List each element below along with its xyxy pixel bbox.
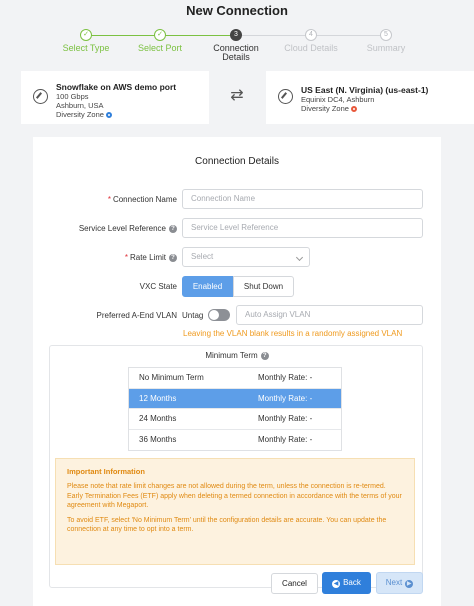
important-information: Important Information Please note that r… <box>55 458 415 565</box>
enabled-button[interactable]: Enabled <box>182 276 233 297</box>
location-pin-icon <box>33 89 48 104</box>
cancel-button[interactable]: Cancel <box>271 573 318 594</box>
step-label: Connection Details <box>213 43 259 62</box>
untag-label: Untag <box>182 311 204 320</box>
rate-limit-value: Select <box>191 252 214 261</box>
term-option-24[interactable]: 24 Months Monthly Rate: - <box>129 409 341 430</box>
rate-limit-select[interactable]: Select <box>182 247 310 267</box>
help-icon[interactable]: ? <box>169 225 177 233</box>
term-table: No Minimum Term Monthly Rate: - 12 Month… <box>128 367 342 451</box>
untag-toggle[interactable] <box>208 309 230 321</box>
vlan-input[interactable]: Auto Assign VLAN <box>236 305 423 325</box>
check-icon: ✓ <box>80 29 92 41</box>
service-level-input[interactable]: Service Level Reference <box>182 218 423 238</box>
b-end-zone: Diversity Zone <box>301 104 349 113</box>
b-end-location: Equinix DC4, Ashburn <box>301 95 375 104</box>
help-icon[interactable]: ? <box>169 254 177 262</box>
info-paragraph: To avoid ETF, select 'No Minimum Term' u… <box>67 517 387 534</box>
service-level-label: Service Level Reference? <box>17 224 177 233</box>
info-heading: Important Information <box>67 467 145 476</box>
location-pin-icon <box>278 89 293 104</box>
step-number: 5 <box>380 29 392 41</box>
vxc-state-toggle: Enabled Shut Down <box>182 276 294 297</box>
step-number: 3 <box>230 29 242 41</box>
term-option-12[interactable]: 12 Months Monthly Rate: - <box>129 388 341 409</box>
vlan-hint: Leaving the VLAN blank results in a rand… <box>183 329 403 338</box>
help-icon[interactable]: ? <box>260 352 269 360</box>
arrow-left-icon: ◀ <box>332 580 341 588</box>
vlan-label: Preferred A-End VLAN <box>96 311 177 320</box>
b-end-name: US East (N. Virginia) (us-east-1) <box>301 85 429 95</box>
step-summary: 5 Summary <box>341 29 431 53</box>
a-end-zone: Diversity Zone <box>56 110 104 119</box>
step-label: Summary <box>366 43 406 53</box>
section-title: Connection Details <box>195 156 279 167</box>
diversity-zone-icon <box>105 112 112 119</box>
a-end-card: Snowflake on AWS demo port 100 Gbps Ashb… <box>21 71 209 124</box>
rate-limit-label: * Rate Limit? <box>17 253 177 262</box>
a-end-location: Ashburn, USA <box>56 101 104 110</box>
chevron-down-icon <box>295 253 304 262</box>
check-icon: ✓ <box>154 29 166 41</box>
page-title: New Connection <box>186 3 288 18</box>
arrow-right-icon: ▶ <box>405 580 414 588</box>
info-paragraph: Please note that rate limit changes are … <box>67 483 402 509</box>
connection-name-label: * Connection Name <box>107 195 177 204</box>
shutdown-button[interactable]: Shut Down <box>233 276 294 297</box>
term-option-36[interactable]: 36 Months Monthly Rate: - <box>129 430 341 451</box>
term-option-none[interactable]: No Minimum Term Monthly Rate: - <box>129 368 341 389</box>
vxc-state-label: VXC State <box>139 282 177 291</box>
connection-name-input[interactable]: Connection Name <box>182 189 423 209</box>
back-button[interactable]: ◀ Back <box>322 572 371 594</box>
a-end-name: Snowflake on AWS demo port <box>56 82 177 92</box>
next-button[interactable]: Next ▶ <box>376 572 423 594</box>
step-number: 4 <box>305 29 317 41</box>
b-end-card: US East (N. Virginia) (us-east-1) Equini… <box>266 71 474 124</box>
a-end-speed: 100 Gbps <box>56 92 89 101</box>
swap-arrows-icon: ⇄ <box>230 87 244 104</box>
diversity-zone-icon <box>350 106 357 113</box>
minimum-term-title: Minimum Term? <box>0 351 474 360</box>
